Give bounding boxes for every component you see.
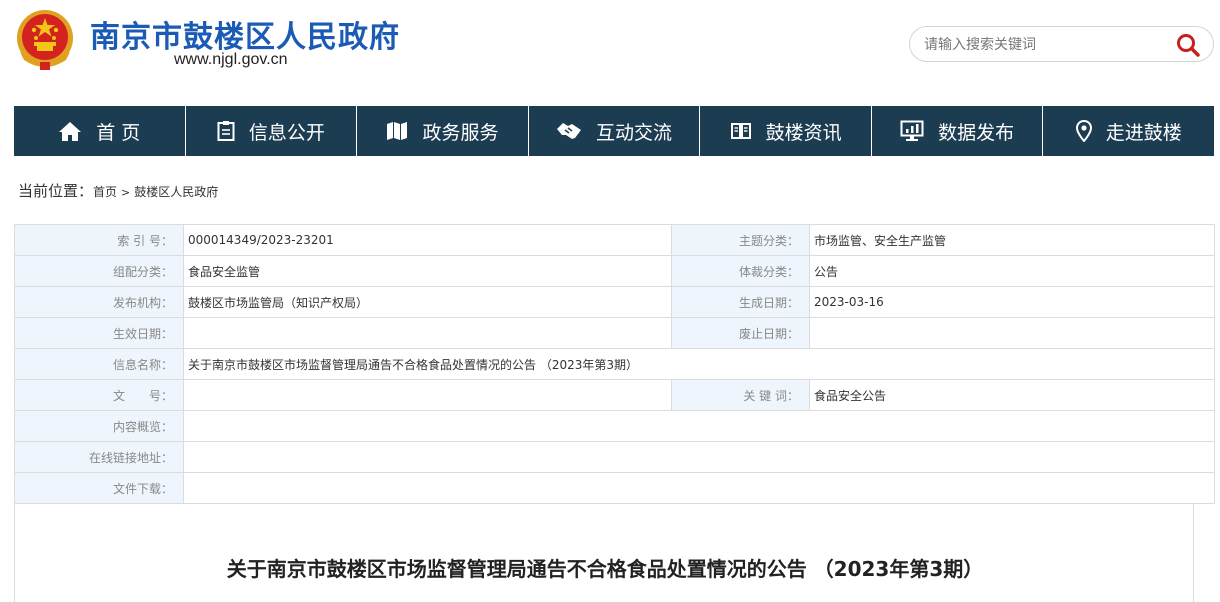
nav-item-label: 政务服务	[422, 121, 499, 144]
location-pin-icon	[1075, 120, 1092, 142]
table-row: 组配分类： 食品安全监管 体裁分类： 公告	[14, 255, 1215, 287]
breadcrumb-separator: >	[121, 186, 131, 199]
effective-date-label: 生效日期：	[14, 317, 184, 349]
handshake-icon	[557, 123, 582, 139]
nav-item-about-gulou[interactable]: 走进鼓楼	[1043, 106, 1214, 156]
group-category-value: 食品安全监管	[183, 255, 672, 287]
nav-item-data-release[interactable]: 数据发布	[872, 106, 1044, 156]
nav-item-label: 数据发布	[938, 121, 1015, 144]
monitor-chart-icon	[900, 120, 924, 141]
info-metadata-table: 索 引 号： 000014349/2023-23201 主题分类： 市场监管、安…	[14, 224, 1215, 504]
topic-category-value: 市场监管、安全生产监管	[809, 224, 1215, 256]
index-number-label: 索 引 号：	[14, 224, 184, 256]
site-url[interactable]: www.njgl.gov.cn	[174, 51, 288, 69]
expiry-date-label: 废止日期：	[671, 317, 810, 349]
table-row: 发布机构： 鼓楼区市场监管局（知识产权局） 生成日期： 2023-03-16	[14, 286, 1215, 318]
keywords-label: 关 键 词：	[671, 379, 810, 411]
nav-item-home[interactable]: 首 页	[14, 106, 186, 156]
table-row: 内容概览：	[14, 410, 1215, 442]
nav-item-label: 信息公开	[248, 121, 325, 144]
article-body: 关于南京市鼓楼区市场监督管理局通告不合格食品处置情况的公告 （2023年第3期）	[14, 503, 1194, 602]
keywords-value: 食品安全公告	[809, 379, 1215, 411]
book-icon	[730, 123, 751, 139]
article-title: 关于南京市鼓楼区市场监督管理局通告不合格食品处置情况的公告 （2023年第3期）	[226, 557, 984, 581]
summary-label: 内容概览：	[14, 410, 184, 442]
search-icon[interactable]	[1175, 32, 1201, 58]
breadcrumb: 当前位置： 首页 > 鼓楼区人民政府	[18, 180, 218, 201]
search-input[interactable]	[924, 34, 1164, 56]
expiry-date-value	[809, 317, 1215, 349]
search-box	[909, 26, 1214, 62]
publisher-label: 发布机构：	[14, 286, 184, 318]
nav-item-label: 首 页	[96, 121, 141, 144]
table-row: 信息名称： 关于南京市鼓楼区市场监督管理局通告不合格食品处置情况的公告 （202…	[14, 348, 1215, 380]
map-icon	[387, 122, 408, 140]
national-emblem-icon	[17, 10, 73, 70]
site-title[interactable]: 南京市鼓楼区人民政府	[90, 12, 400, 56]
online-link-value[interactable]	[183, 441, 1215, 473]
main-nav: 首 页 信息公开 政务服务 互动交流 鼓楼资讯 数据发布 走进鼓楼	[14, 106, 1214, 156]
file-download-value[interactable]	[183, 472, 1215, 504]
table-row: 索 引 号： 000014349/2023-23201 主题分类： 市场监管、安…	[14, 224, 1215, 256]
breadcrumb-item-gov[interactable]: 鼓楼区人民政府	[134, 183, 218, 200]
table-row: 生效日期： 废止日期：	[14, 317, 1215, 349]
nav-item-gulou-news[interactable]: 鼓楼资讯	[700, 106, 872, 156]
document-number-value	[183, 379, 672, 411]
breadcrumb-item-home[interactable]: 首页	[93, 183, 117, 200]
summary-value	[183, 410, 1215, 442]
document-number-label: 文 号：	[14, 379, 184, 411]
online-link-label: 在线链接地址：	[14, 441, 184, 473]
topic-category-label: 主题分类：	[671, 224, 810, 256]
breadcrumb-label: 当前位置：	[18, 182, 94, 200]
created-date-value: 2023-03-16	[809, 286, 1215, 318]
group-category-label: 组配分类：	[14, 255, 184, 287]
nav-item-interaction[interactable]: 互动交流	[529, 106, 701, 156]
info-name-value: 关于南京市鼓楼区市场监督管理局通告不合格食品处置情况的公告 （2023年第3期）	[183, 348, 1215, 380]
table-row: 文件下载：	[14, 472, 1215, 504]
effective-date-value	[183, 317, 672, 349]
nav-item-info-disclosure[interactable]: 信息公开	[186, 106, 358, 156]
nav-item-label: 走进鼓楼	[1105, 121, 1182, 144]
site-header: 南京市鼓楼区人民政府 www.njgl.gov.cn	[0, 0, 1220, 90]
info-name-label: 信息名称：	[14, 348, 184, 380]
document-icon	[217, 121, 235, 141]
nav-item-label: 鼓楼资讯	[765, 121, 842, 144]
genre-category-value: 公告	[809, 255, 1215, 287]
index-number-value: 000014349/2023-23201	[183, 224, 672, 256]
genre-category-label: 体裁分类：	[671, 255, 810, 287]
publisher-value: 鼓楼区市场监管局（知识产权局）	[183, 286, 672, 318]
table-row: 在线链接地址：	[14, 441, 1215, 473]
nav-item-label: 互动交流	[596, 121, 673, 144]
home-icon	[59, 122, 82, 141]
created-date-label: 生成日期：	[671, 286, 810, 318]
table-row: 文 号： 关 键 词： 食品安全公告	[14, 379, 1215, 411]
file-download-label: 文件下载：	[14, 472, 184, 504]
nav-item-gov-services[interactable]: 政务服务	[357, 106, 529, 156]
